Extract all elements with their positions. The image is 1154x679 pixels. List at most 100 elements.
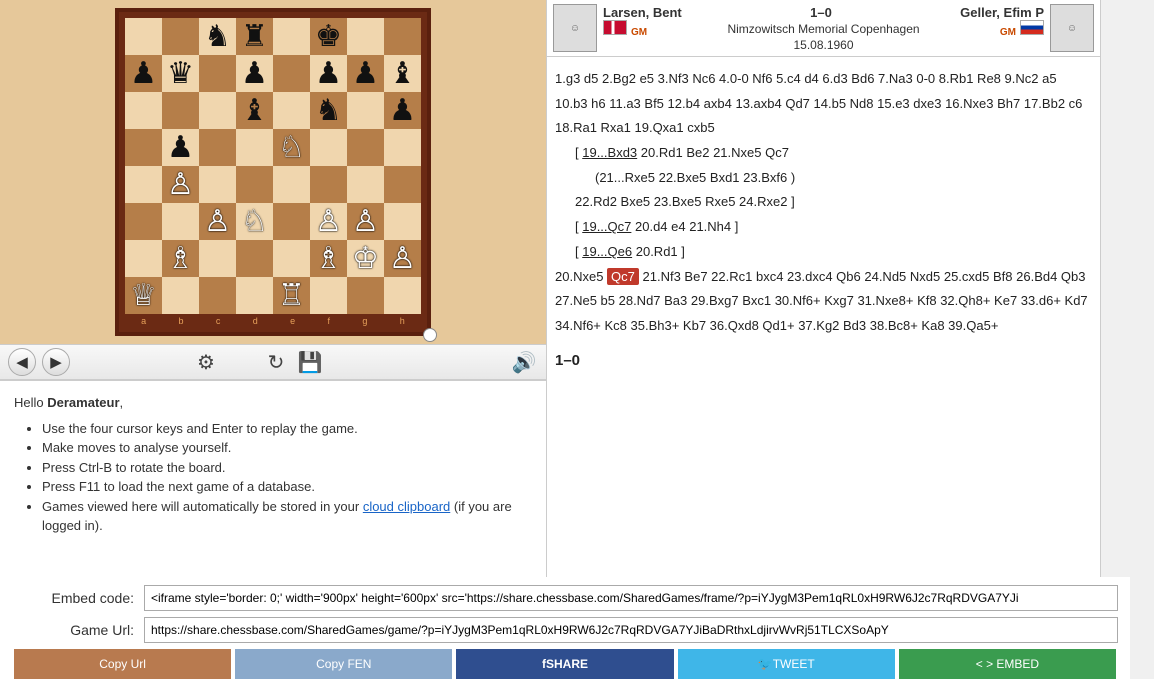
bB-piece[interactable]: ♝ <box>241 96 268 126</box>
square[interactable] <box>199 240 236 277</box>
square[interactable] <box>310 129 347 166</box>
square[interactable]: ♟ <box>236 55 273 92</box>
square[interactable] <box>236 277 273 314</box>
square[interactable] <box>273 92 310 129</box>
notation-area[interactable]: 1.g3 d5 2.Bg2 e5 3.Nf3 Nc6 4.0-0 Nf6 5.c… <box>547 57 1100 601</box>
wP-piece[interactable]: ♙ <box>315 207 342 237</box>
bP-piece[interactable]: ♟ <box>130 59 157 89</box>
embed-button[interactable]: < > EMBED <box>899 649 1116 679</box>
bP-piece[interactable]: ♟ <box>241 59 268 89</box>
square[interactable] <box>125 240 162 277</box>
square[interactable]: ♟ <box>162 129 199 166</box>
flip-board-icon[interactable]: ↻ <box>262 348 290 376</box>
resize-handle[interactable] <box>423 328 437 342</box>
square[interactable] <box>347 277 384 314</box>
variation-cont[interactable]: 22.Rd2 Bxe5 23.Bxe5 Rxe5 24.Rxe2 ] <box>575 190 1092 215</box>
bP-piece[interactable]: ♟ <box>167 133 194 163</box>
square[interactable] <box>273 55 310 92</box>
square[interactable] <box>236 240 273 277</box>
square[interactable] <box>162 277 199 314</box>
square[interactable] <box>162 92 199 129</box>
next-button[interactable]: ▶ <box>42 348 70 376</box>
square[interactable]: ♟ <box>347 55 384 92</box>
wB-piece[interactable]: ♗ <box>167 244 194 274</box>
square[interactable]: ♙ <box>310 203 347 240</box>
wB-piece[interactable]: ♗ <box>315 244 342 274</box>
copy-url-button[interactable]: Copy Url <box>14 649 231 679</box>
square[interactable]: ♙ <box>347 203 384 240</box>
square[interactable]: ♘ <box>273 129 310 166</box>
square[interactable] <box>199 129 236 166</box>
square[interactable] <box>199 166 236 203</box>
square[interactable] <box>273 166 310 203</box>
bR-piece[interactable]: ♜ <box>241 22 268 52</box>
square[interactable]: ♛ <box>162 55 199 92</box>
chess-board[interactable]: ♞ ♜ ♚ ♟ ♛ ♟ ♟ ♟ ♝ ♝ ♞ ♟ ♟ ♘ ♙ ♙ ♘ ♙ ♙ ♗ ♗ ♔ ♙ ♕ ♖ <box>125 18 421 314</box>
square[interactable]: ♝ <box>384 55 421 92</box>
wQ-piece[interactable]: ♕ <box>130 281 157 311</box>
square[interactable] <box>162 18 199 55</box>
square[interactable] <box>273 203 310 240</box>
square[interactable] <box>347 18 384 55</box>
prev-button[interactable]: ◀ <box>8 348 36 376</box>
square[interactable]: ♟ <box>384 92 421 129</box>
variation[interactable]: [ 19...Qc7 20.d4 e4 21.Nh4 ] <box>575 215 1092 240</box>
copy-fen-button[interactable]: Copy FEN <box>235 649 452 679</box>
wN-piece[interactable]: ♘ <box>241 207 268 237</box>
wN-piece[interactable]: ♘ <box>278 133 305 163</box>
wP-piece[interactable]: ♙ <box>352 207 379 237</box>
embed-input[interactable] <box>144 585 1118 611</box>
square[interactable] <box>125 92 162 129</box>
square[interactable] <box>384 129 421 166</box>
wR-piece[interactable]: ♖ <box>278 281 305 311</box>
square[interactable] <box>125 166 162 203</box>
wP-piece[interactable]: ♙ <box>167 170 194 200</box>
bP-piece[interactable]: ♟ <box>352 59 379 89</box>
square[interactable] <box>199 92 236 129</box>
square[interactable]: ♞ <box>310 92 347 129</box>
tweet-button[interactable]: 🐦 TWEET <box>678 649 895 679</box>
bQ-piece[interactable]: ♛ <box>167 59 194 89</box>
wK-piece[interactable]: ♔ <box>352 244 379 274</box>
current-move[interactable]: Qc7 <box>607 268 639 285</box>
notation-main[interactable]: 20.Nxe5 Qc7 21.Nf3 Be7 22.Rc1 bxc4 23.dx… <box>555 265 1092 339</box>
wP-piece[interactable]: ♙ <box>389 244 416 274</box>
square[interactable] <box>199 55 236 92</box>
engine-icon[interactable]: ⚙ <box>192 348 220 376</box>
variation[interactable]: [ 19...Qe6 20.Rd1 ] <box>575 240 1092 265</box>
square[interactable] <box>273 18 310 55</box>
square[interactable] <box>273 240 310 277</box>
bP-piece[interactable]: ♟ <box>389 96 416 126</box>
square[interactable] <box>347 166 384 203</box>
bN-piece[interactable]: ♞ <box>204 22 231 52</box>
sub-variation[interactable]: (21...Rxe5 22.Bxe5 Bxd1 23.Bxf6 ) <box>595 166 1092 191</box>
bK-piece[interactable]: ♚ <box>315 22 342 52</box>
square[interactable] <box>125 18 162 55</box>
square[interactable]: ♟ <box>310 55 347 92</box>
square[interactable]: ♝ <box>236 92 273 129</box>
square[interactable] <box>384 18 421 55</box>
square[interactable] <box>384 203 421 240</box>
bB-piece[interactable]: ♝ <box>389 59 416 89</box>
square[interactable]: ♘ <box>236 203 273 240</box>
bP-piece[interactable]: ♟ <box>315 59 342 89</box>
square[interactable] <box>199 277 236 314</box>
variation[interactable]: [ 19...Bxd3 20.Rd1 Be2 21.Nxe5 Qc7 <box>575 141 1092 166</box>
square[interactable]: ♙ <box>199 203 236 240</box>
square[interactable] <box>347 92 384 129</box>
square[interactable] <box>125 129 162 166</box>
square[interactable] <box>310 277 347 314</box>
square[interactable] <box>162 203 199 240</box>
square[interactable]: ♗ <box>310 240 347 277</box>
wP-piece[interactable]: ♙ <box>204 207 231 237</box>
cloud-clipboard-link[interactable]: cloud clipboard <box>363 499 450 514</box>
square[interactable]: ♟ <box>125 55 162 92</box>
square[interactable]: ♙ <box>162 166 199 203</box>
square[interactable]: ♙ <box>384 240 421 277</box>
bN-piece[interactable]: ♞ <box>315 96 342 126</box>
square[interactable]: ♔ <box>347 240 384 277</box>
square[interactable]: ♜ <box>236 18 273 55</box>
save-icon[interactable]: 💾 <box>296 348 324 376</box>
square[interactable]: ♞ <box>199 18 236 55</box>
square[interactable]: ♚ <box>310 18 347 55</box>
